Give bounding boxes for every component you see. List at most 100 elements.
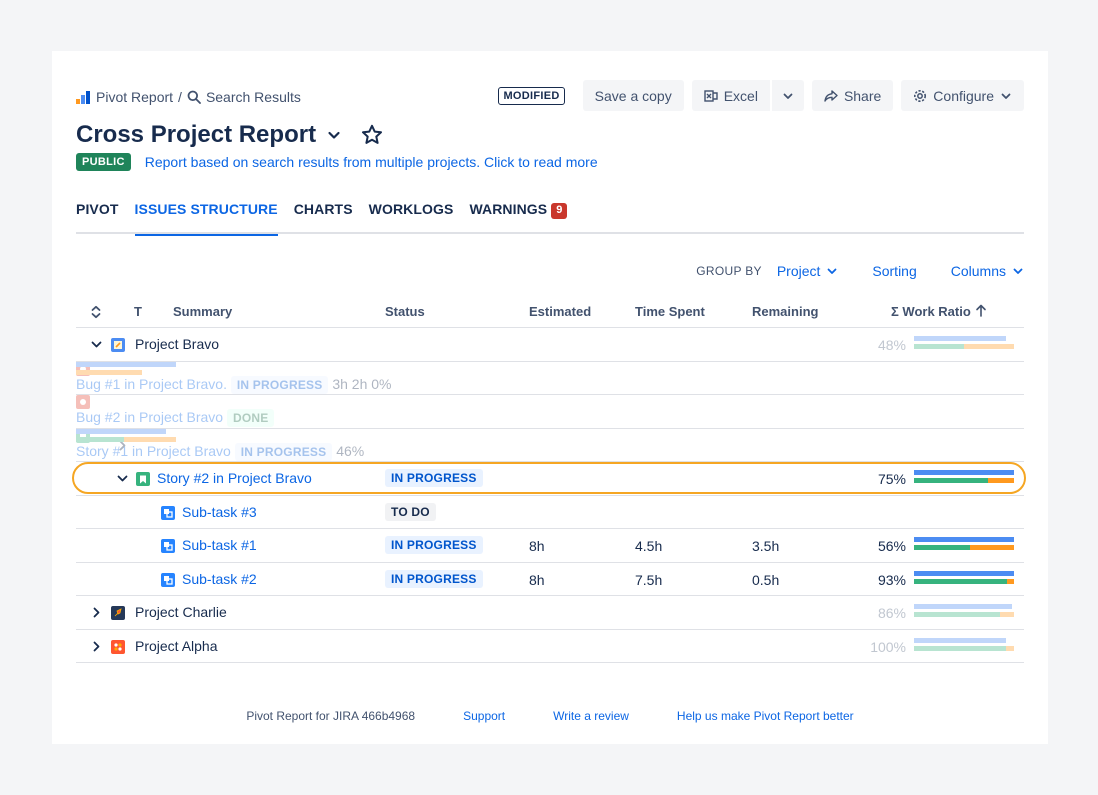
chevron-right-icon[interactable] [90, 606, 103, 619]
save-copy-button[interactable]: Save a copy [582, 80, 684, 111]
chevron-down-icon[interactable] [326, 127, 342, 143]
row-summary[interactable]: Story #2 in Project Bravo [157, 470, 312, 486]
row-summary[interactable]: Sub-task #1 [182, 537, 257, 553]
write-review-link[interactable]: Write a review [553, 709, 629, 723]
subtask-icon [161, 539, 175, 553]
column-work-ratio[interactable]: Σ Work Ratio [891, 304, 971, 319]
row-summary[interactable]: Project Charlie [135, 604, 227, 620]
table-row[interactable]: Story #1 in Project Bravo IN PROGRESS 46… [76, 428, 1024, 462]
estimate-bar-segment [914, 570, 1014, 576]
estimate-bar-segment [914, 637, 1006, 643]
column-type[interactable]: T [134, 304, 142, 319]
tab-label: ISSUES STRUCTURE [134, 201, 278, 217]
work-ratio-bar [914, 336, 1014, 350]
tab-warnings[interactable]: WARNINGS 9 [469, 201, 568, 234]
group-by-label: GROUP BY [696, 264, 762, 278]
status-badge: TO DO [385, 502, 436, 521]
table-row[interactable]: Project Bravo 48% [76, 328, 1024, 362]
share-icon [824, 89, 838, 102]
breadcrumb-current[interactable]: Search Results [206, 89, 301, 105]
estimate-bar-segment [914, 336, 1006, 341]
sort-ascending-icon[interactable] [975, 304, 987, 317]
row-remaining: 0.5h [752, 571, 780, 588]
status-badge: IN PROGRESS [230, 375, 329, 394]
tab-label: CHARTS [293, 201, 353, 217]
column-estimated[interactable]: Estimated [529, 304, 591, 319]
rocket-icon [111, 606, 125, 620]
table-row[interactable]: Bug #2 in Project Bravo DONE [76, 395, 1024, 429]
tab-label: PIVOT [76, 201, 119, 217]
expand-collapse-all-icon[interactable] [90, 305, 102, 319]
excel-icon [704, 89, 718, 102]
remaining-bar-segment [964, 344, 1014, 349]
spent-bar-segment [76, 436, 124, 442]
footer: Pivot Report for JIRA 466b4968 Support W… [52, 709, 1048, 723]
support-link[interactable]: Support [463, 709, 505, 723]
chevron-down-icon [1013, 268, 1023, 274]
remaining-bar-segment [76, 369, 142, 375]
chevron-down-icon[interactable] [116, 472, 129, 485]
work-ratio-bar [914, 537, 1014, 551]
row-estimated: 8h [529, 571, 545, 588]
row-work-ratio: 75% [877, 471, 906, 487]
columns-dropdown[interactable]: Columns [951, 263, 1024, 279]
report-subtitle-row: PUBLIC Report based on search results fr… [76, 153, 598, 171]
chevron-down-icon[interactable] [90, 338, 103, 351]
share-button[interactable]: Share [811, 80, 894, 111]
tab-issues-structure[interactable]: ISSUES STRUCTURE [134, 201, 278, 236]
row-summary[interactable]: Story #1 in Project Bravo [76, 443, 231, 459]
tab-worklogs[interactable]: WORKLOGS [369, 201, 454, 234]
row-summary[interactable]: Bug #1 in Project Bravo. [76, 376, 227, 392]
row-summary[interactable]: Project Bravo [135, 336, 219, 352]
remaining-bar-segment [970, 545, 1014, 550]
sorting-button[interactable]: Sorting [872, 263, 916, 279]
remaining-bar-segment [988, 478, 1014, 483]
visibility-badge: PUBLIC [76, 153, 131, 171]
column-status[interactable]: Status [385, 304, 425, 319]
feedback-link[interactable]: Help us make Pivot Report better [677, 709, 854, 723]
excel-label: Excel [723, 87, 758, 104]
column-time-spent[interactable]: Time Spent [635, 304, 705, 319]
footer-version: Pivot Report for JIRA 466b4968 [246, 709, 416, 723]
row-summary[interactable]: Sub-task #3 [182, 504, 257, 520]
row-summary[interactable]: Project Alpha [135, 638, 218, 654]
table-row[interactable]: Project Alpha 100% [76, 630, 1024, 663]
bug-icon [76, 395, 90, 409]
row-summary[interactable]: Sub-task #2 [182, 571, 257, 587]
chevron-down-icon [827, 268, 837, 274]
excel-export-button[interactable]: Excel [691, 80, 770, 111]
status-badge: IN PROGRESS [234, 442, 333, 461]
row-work-ratio: 48% [877, 337, 906, 353]
share-label: Share [843, 87, 882, 104]
estimate-bar-segment [914, 470, 1014, 475]
star-icon[interactable] [360, 123, 384, 147]
tab-pivot[interactable]: PIVOT [76, 201, 119, 234]
header-actions: MODIFIED Save a copy Excel Share Configu… [498, 80, 1024, 111]
row-summary[interactable]: Bug #2 in Project Bravo [76, 409, 223, 425]
tab-charts[interactable]: CHARTS [294, 201, 353, 234]
row-estimated: 3h [332, 375, 348, 392]
table-row[interactable]: Sub-task #1 IN PROGRESS 8h 4.5h 3.5h 56% [76, 529, 1024, 563]
group-by-dropdown[interactable]: Project [777, 263, 839, 279]
table-row[interactable]: Sub-task #3 TO DO [76, 496, 1024, 529]
table-row[interactable]: Project Charlie 86% [76, 596, 1024, 630]
excel-options-dropdown[interactable] [771, 80, 804, 111]
spent-bar-segment [914, 478, 988, 483]
table-row-selected[interactable]: Story #2 in Project Bravo IN PROGRESS 75… [72, 462, 1026, 496]
estimate-bar-segment [914, 604, 1012, 609]
table-row[interactable]: Sub-task #2 IN PROGRESS 8h 7.5h 0.5h 93% [76, 563, 1024, 596]
report-description-link[interactable]: Report based on search results from mult… [145, 154, 598, 170]
row-time-spent: 4.5h [635, 538, 663, 554]
breadcrumb-root[interactable]: Pivot Report [96, 89, 173, 105]
column-remaining[interactable]: Remaining [752, 304, 818, 319]
remaining-bar-segment [1007, 578, 1014, 584]
chevron-right-icon[interactable] [90, 640, 103, 653]
spent-bar-segment [914, 545, 970, 550]
table-row[interactable]: Bug #1 in Project Bravo. IN PROGRESS 3h … [76, 361, 1024, 395]
column-summary[interactable]: Summary [173, 304, 232, 319]
table-toolbar: GROUP BY Project Sorting Columns [696, 263, 1024, 279]
spent-bar-segment [914, 645, 1006, 651]
status-badge: IN PROGRESS [385, 469, 483, 487]
configure-button[interactable]: Configure [901, 80, 1024, 111]
row-work-ratio: 86% [877, 605, 906, 621]
